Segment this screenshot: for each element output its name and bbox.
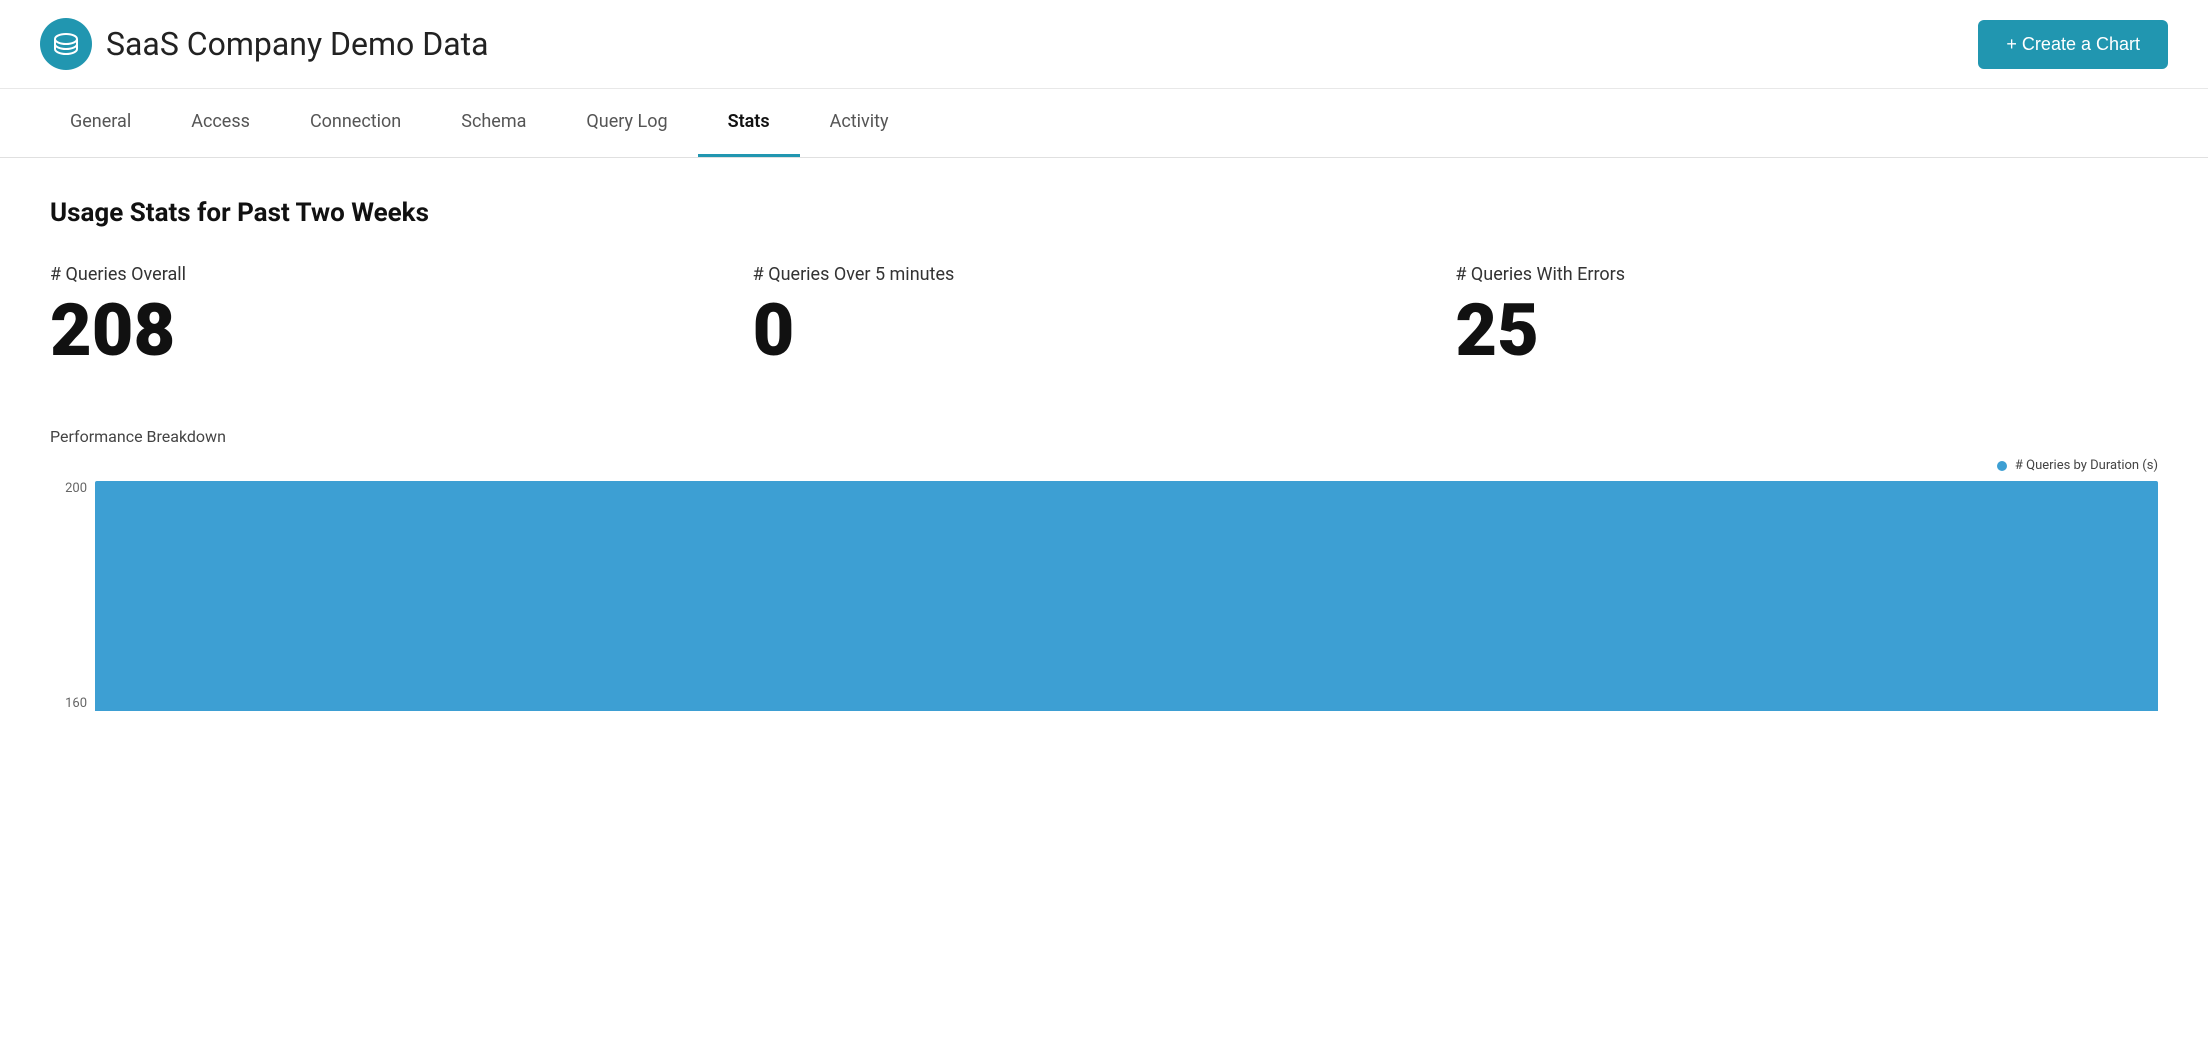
- chart-area: [95, 481, 2158, 711]
- tab-connection[interactable]: Connection: [280, 89, 431, 157]
- legend-label: # Queries by Duration (s): [2015, 458, 2158, 473]
- stat-queries-errors: # Queries With Errors 25: [1455, 264, 2158, 367]
- y-label-200: 200: [50, 481, 95, 496]
- page-header: SaaS Company Demo Data + Create a Chart: [0, 0, 2208, 89]
- app-logo: [40, 18, 92, 70]
- stat-queries-over-5: # Queries Over 5 minutes 0: [753, 264, 1456, 367]
- tab-schema[interactable]: Schema: [431, 89, 556, 157]
- section-title: Usage Stats for Past Two Weeks: [50, 198, 2158, 228]
- app-title: SaaS Company Demo Data: [106, 25, 489, 63]
- main-content: Usage Stats for Past Two Weeks # Queries…: [0, 158, 2208, 751]
- chart-bar: [95, 481, 2158, 711]
- logo-icon: [51, 29, 81, 59]
- stat-label-1: # Queries Over 5 minutes: [753, 264, 1436, 285]
- tab-activity[interactable]: Activity: [800, 89, 919, 157]
- tab-access[interactable]: Access: [161, 89, 280, 157]
- stat-label-2: # Queries With Errors: [1455, 264, 2138, 285]
- stat-label-0: # Queries Overall: [50, 264, 733, 285]
- stat-value-2: 25: [1455, 295, 2138, 367]
- stats-row: # Queries Overall 208 # Queries Over 5 m…: [50, 264, 2158, 367]
- stat-value-1: 0: [753, 295, 1436, 367]
- nav-tabs: General Access Connection Schema Query L…: [0, 89, 2208, 158]
- tab-general[interactable]: General: [40, 89, 161, 157]
- y-label-160: 160: [50, 696, 95, 711]
- chart-y-labels: 200 160: [50, 481, 95, 711]
- header-left: SaaS Company Demo Data: [40, 18, 489, 70]
- chart-legend: # Queries by Duration (s): [50, 458, 2158, 473]
- stat-value-0: 208: [50, 295, 733, 367]
- tab-query-log[interactable]: Query Log: [556, 89, 697, 157]
- stat-queries-overall: # Queries Overall 208: [50, 264, 753, 367]
- tab-stats[interactable]: Stats: [698, 89, 800, 157]
- chart-container: 200 160: [50, 481, 2158, 711]
- performance-title: Performance Breakdown: [50, 427, 2158, 446]
- performance-section: Performance Breakdown # Queries by Durat…: [50, 427, 2158, 711]
- create-chart-button[interactable]: + Create a Chart: [1978, 20, 2168, 69]
- legend-dot: [1997, 461, 2007, 471]
